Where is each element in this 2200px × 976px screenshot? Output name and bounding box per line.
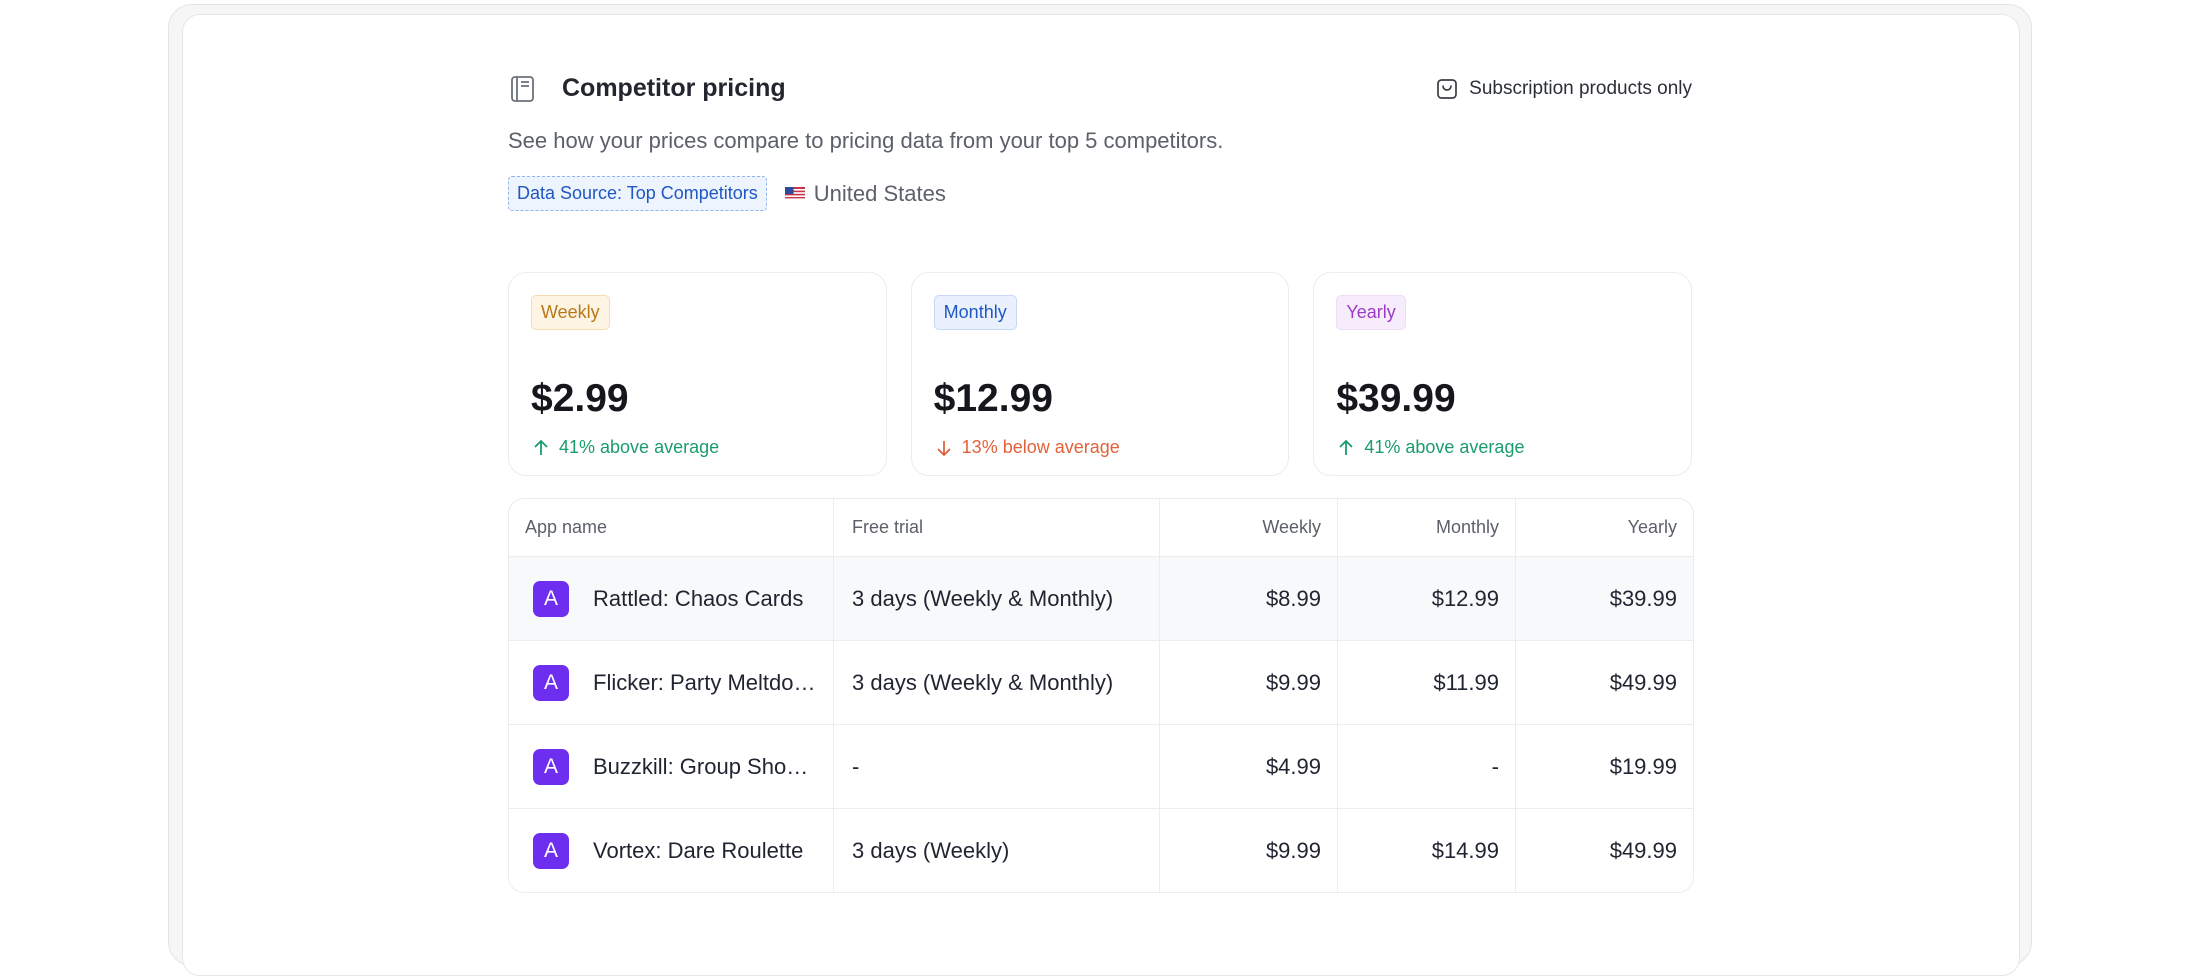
weekly-summary-card: Weekly $2.99 41% above average: [508, 272, 887, 476]
competitor-pricing-section: Competitor pricing Subscription products…: [508, 60, 1694, 893]
app-icon: A: [533, 832, 569, 869]
table-header-row: App name Free trial Weekly Monthly Yearl…: [509, 499, 1693, 556]
monthly-price-cell: $14.99: [1338, 809, 1516, 892]
arrow-up-icon: [534, 439, 548, 455]
free-trial-cell: 3 days (Weekly & Monthly): [834, 557, 1160, 640]
weekly-price: $2.99: [531, 377, 629, 420]
subscription-only-toggle[interactable]: Subscription products only: [1435, 77, 1692, 101]
monthly-price-cell: $12.99: [1338, 557, 1516, 640]
monthly-price: $12.99: [933, 377, 1053, 420]
app-name: Vortex: Dare Roulette: [593, 837, 804, 863]
app-icon: A: [533, 748, 569, 785]
free-trial-cell: 3 days (Weekly): [834, 809, 1160, 892]
arrow-up-icon: [1339, 439, 1353, 455]
yearly-price: $39.99: [1336, 377, 1456, 420]
filter-chips: Data Source: Top Competitors United Stat…: [508, 176, 946, 211]
table-row[interactable]: A Vortex: Dare Roulette 3 days (Weekly) …: [509, 808, 1693, 892]
book-icon: [511, 76, 534, 102]
subscription-only-label: Subscription products only: [1469, 78, 1692, 99]
weekly-delta-text: 41% above average: [559, 437, 720, 457]
app-name-cell: A Buzzkill: Group Show…: [509, 725, 834, 808]
app-name-cell: A Vortex: Dare Roulette: [509, 809, 834, 892]
section-description: See how your prices compare to pricing d…: [508, 128, 1224, 153]
weekly-delta: 41% above average: [531, 437, 719, 458]
yearly-delta-text: 41% above average: [1364, 437, 1525, 457]
monthly-price-cell: -: [1338, 725, 1516, 808]
app-icon: A: [533, 664, 569, 701]
weekly-price-cell: $4.99: [1160, 725, 1338, 808]
weekly-price-cell: $9.99: [1160, 809, 1338, 892]
app-name: Buzzkill: Group Show…: [593, 753, 818, 779]
yearly-price-cell: $39.99: [1609, 585, 1677, 611]
monthly-badge: Monthly: [933, 295, 1017, 330]
free-trial-cell: -: [834, 725, 1160, 808]
yearly-price-cell: $19.99: [1609, 753, 1677, 779]
country-label: United States: [813, 180, 946, 206]
country-selector[interactable]: United States: [784, 180, 946, 207]
page-title: Competitor pricing: [562, 74, 786, 102]
column-header-weekly[interactable]: Weekly: [1160, 499, 1338, 556]
monthly-summary-card: Monthly $12.99 13% below average: [910, 272, 1290, 476]
app-name: Rattled: Chaos Cards: [593, 585, 804, 611]
table-row[interactable]: A Buzzkill: Group Show… - $4.99 - $19.99: [509, 724, 1693, 808]
weekly-badge: Weekly: [531, 295, 610, 330]
competitor-table: App name Free trial Weekly Monthly Yearl…: [508, 498, 1694, 893]
monthly-delta: 13% below average: [934, 437, 1120, 458]
yearly-badge: Yearly: [1336, 295, 1406, 330]
app-name: Flicker: Party Meltdo…: [593, 669, 816, 695]
app-icon: A: [533, 580, 569, 617]
yearly-price-cell: $49.99: [1609, 837, 1677, 863]
yearly-summary-card: Yearly $39.99 41% above average: [1313, 272, 1693, 476]
arrow-down-icon: [937, 440, 951, 456]
section-header: Competitor pricing Subscription products…: [508, 60, 1692, 120]
column-header-app-name[interactable]: App name: [509, 499, 834, 556]
us-flag-icon: [784, 187, 805, 200]
summary-cards: Weekly $2.99 41% above average Monthly $…: [508, 272, 1693, 476]
data-source-chip[interactable]: Data Source: Top Competitors: [508, 176, 767, 211]
weekly-price-cell: $8.99: [1160, 557, 1338, 640]
app-name-cell: A Rattled: Chaos Cards: [509, 557, 834, 640]
column-header-free-trial[interactable]: Free trial: [834, 499, 1160, 556]
column-header-monthly[interactable]: Monthly: [1338, 499, 1516, 556]
yearly-price-cell: $49.99: [1609, 669, 1677, 695]
free-trial-cell: 3 days (Weekly & Monthly): [834, 641, 1160, 724]
monthly-price-cell: $11.99: [1338, 641, 1516, 724]
checkbox-icon[interactable]: [1435, 77, 1459, 101]
column-header-yearly[interactable]: Yearly: [1516, 499, 1693, 556]
yearly-delta: 41% above average: [1336, 437, 1524, 458]
monthly-delta-text: 13% below average: [961, 437, 1120, 457]
table-row[interactable]: A Rattled: Chaos Cards 3 days (Weekly & …: [509, 556, 1693, 640]
table-row[interactable]: A Flicker: Party Meltdo… 3 days (Weekly …: [509, 640, 1693, 724]
app-name-cell: A Flicker: Party Meltdo…: [509, 641, 834, 724]
weekly-price-cell: $9.99: [1160, 641, 1338, 724]
